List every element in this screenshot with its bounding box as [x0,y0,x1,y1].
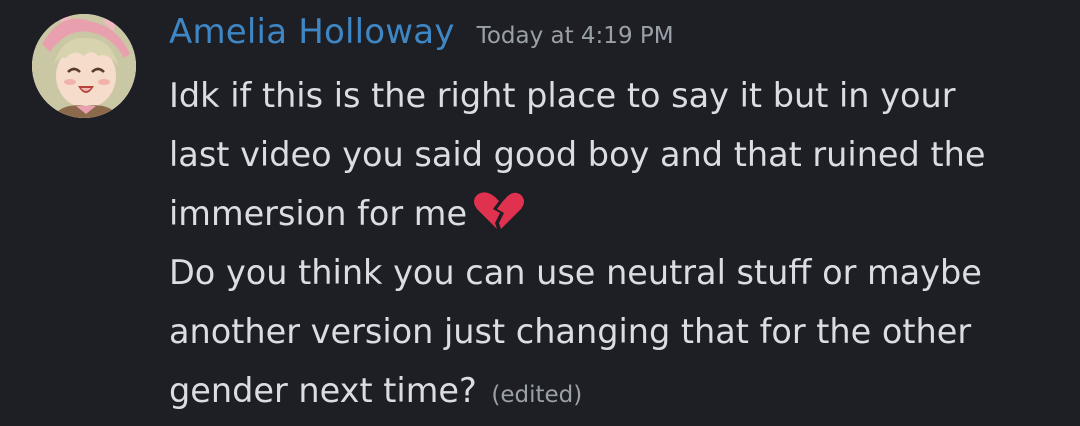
edited-indicator: (edited) [491,382,583,408]
message-line: last video you said good boy and that ru… [169,135,986,174]
message-line: Do you think you can use neutral stuff o… [169,253,982,292]
message-line: another version just changing that for t… [169,312,972,351]
message-timestamp[interactable]: Today at 4:19 PM [477,23,674,49]
broken-heart-icon[interactable] [473,190,525,230]
message-line: Idk if this is the right place to say it… [169,76,956,115]
message-line-text: immersion for me [169,194,468,233]
message-line: immersion for me [169,184,1049,243]
message-line: gender next time? (edited) [169,361,1049,425]
author-name[interactable]: Amelia Holloway [169,12,455,52]
avatar[interactable] [32,14,136,118]
message-line-text: gender next time? [169,371,477,410]
avatar-image [32,14,136,118]
message-content: Amelia Holloway Today at 4:19 PM Idk if … [169,12,1049,425]
message-body: Idk if this is the right place to say it… [169,66,1049,425]
message-header: Amelia Holloway Today at 4:19 PM [169,12,1049,66]
chat-message: Amelia Holloway Today at 4:19 PM Idk if … [0,0,1080,426]
